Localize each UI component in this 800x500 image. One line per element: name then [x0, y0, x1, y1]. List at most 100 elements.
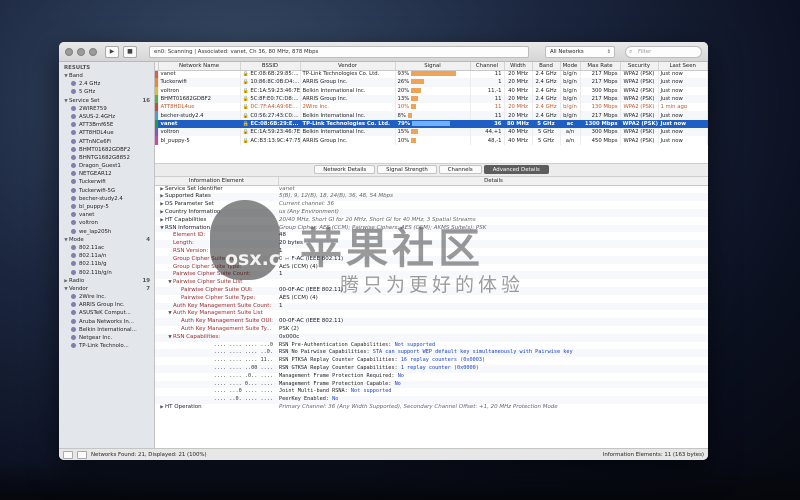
detail-row[interactable]: ▶Service Set Identifier vanet — [155, 186, 708, 194]
detail-row[interactable]: Pairwise Cipher Suite Type: AES (CCM) (4) — [155, 295, 708, 303]
sidebar-item[interactable]: BHNTG1682G8852 — [59, 154, 154, 162]
detail-row[interactable]: Auth Key Management Suite OUI: 00-0F-AC (… — [155, 318, 708, 327]
column-header[interactable]: Network Name — [158, 62, 241, 71]
column-header[interactable]: Band — [532, 62, 561, 71]
detail-row[interactable]: Auth Key Management Suite Ty... PSK (2) — [155, 326, 708, 334]
column-header[interactable]: Channel — [470, 62, 505, 71]
detail-row[interactable]: Auth Key Management Suite Count: 1 — [155, 302, 708, 311]
stop-scan-button[interactable]: ■ — [123, 45, 137, 58]
column-header[interactable]: Max Rate — [580, 62, 621, 71]
detail-row[interactable]: RSN Version: 1 — [155, 248, 708, 256]
table-row[interactable]: bl_puppy-5 🔒 AC:B3:13:9C:47:75 ARRIS Group… — [155, 136, 708, 145]
sidebar-item[interactable]: bl_puppy-5 — [59, 203, 154, 211]
sidebar-item[interactable]: Dragon_Guest1 — [59, 162, 154, 170]
sidebar-item[interactable]: ▼Band — [59, 72, 154, 80]
tab-advanced-details[interactable]: Advanced Details — [483, 165, 549, 175]
tab-channels[interactable]: Channels — [438, 165, 482, 175]
sidebar-item[interactable]: Aruba Networks In... — [59, 318, 154, 326]
cell-channel: 36 — [470, 119, 505, 129]
detail-row[interactable]: ▶DS Parameter Set Current channel: 36 — [155, 201, 708, 209]
sidebar-item[interactable]: we_lap205h — [59, 228, 154, 236]
sidebar-item[interactable]: 2Wire Inc. — [59, 293, 154, 301]
network-filter-select[interactable]: All Networks ⇕ — [545, 45, 615, 58]
sidebar-item[interactable]: vanet — [59, 211, 154, 219]
sidebar-item[interactable]: voltron — [59, 219, 154, 227]
detail-row[interactable]: ▼Auth Key Management Suite List — [155, 310, 708, 318]
cell-width: 80 MHz — [504, 119, 533, 129]
detail-row[interactable]: Element ID: 48 — [155, 232, 708, 240]
column-header[interactable]: Security — [620, 62, 659, 71]
sidebar-item[interactable]: BHMT01682GDBF2 — [59, 146, 154, 154]
column-header[interactable]: Vendor — [300, 62, 396, 71]
sidebar-item[interactable]: ▼Service Set 16 — [59, 97, 154, 105]
sidebar-item[interactable]: Belkin International... — [59, 326, 154, 334]
sidebar-item[interactable]: ARRIS Group Inc. — [59, 301, 154, 309]
column-header[interactable]: BSSID — [240, 62, 301, 71]
sidebar-item[interactable]: 2WIRE759 — [59, 105, 154, 113]
search-input[interactable]: ⌕ Filter — [625, 45, 702, 58]
table-row[interactable]: ATT8HDL4ue 🔒 DC:7F:A4:A9:6E:... 2Wire Inc.… — [155, 103, 708, 112]
detail-label: ▼RSN Information — [155, 225, 279, 233]
detail-row[interactable]: ▶Country Information us (Any Environment) — [155, 209, 708, 217]
sidebar-item[interactable]: ATTnNCe6Fi — [59, 138, 154, 146]
sidebar-item[interactable]: Tuckerwifi — [59, 178, 154, 186]
sidebar-item[interactable]: 2.4 GHz — [59, 80, 154, 88]
sidebar-item[interactable]: 802.11ac — [59, 244, 154, 252]
sidebar-item[interactable]: 802.11b/g/n — [59, 269, 154, 277]
sidebar-item[interactable]: ASUSTeK Comput... — [59, 309, 154, 317]
sidebar-item[interactable]: Tuckerwifi-5G — [59, 187, 154, 195]
table-row[interactable]: BHMT01682GDBF2 🔒 5C:8F:E0:7C:D8:... ARRIS … — [155, 94, 708, 104]
table-row[interactable]: vanet 🔒 EC:08:6B:29:85:... TP-Link Technol… — [155, 70, 708, 79]
sidebar-item[interactable]: ▼Mode 4 — [59, 236, 154, 244]
sidebar-item[interactable]: ▼Vendor 7 — [59, 285, 154, 293]
toggle-details-button[interactable] — [77, 450, 87, 459]
tab-network-details[interactable]: Network Details — [314, 165, 376, 175]
sidebar-item[interactable]: ATT3Bmf65E — [59, 121, 154, 129]
detail-row[interactable]: ▼RSN Information Group Cipher: AES (CCM);… — [155, 224, 708, 233]
sidebar-item[interactable]: 5 GHz — [59, 88, 154, 96]
detail-row[interactable]: ▶HT Capabilities 20/40 MHz, Short GI for … — [155, 217, 708, 225]
detail-row[interactable]: ▼Pairwise Cipher Suite List — [155, 279, 708, 287]
column-header[interactable]: Mode — [560, 62, 581, 71]
cell-width: 40 MHz — [504, 136, 533, 145]
column-header[interactable]: Last Seen — [658, 62, 708, 71]
detail-row[interactable]: Length: 20 bytes — [155, 240, 708, 249]
detail-row[interactable]: ▼RSN Capabilities: 0x000c — [155, 333, 708, 342]
table-row[interactable]: Tuckerwifi 🔒 10:86:8C:0B:D4:... ARRIS Grou… — [155, 78, 708, 87]
cell-network-name: becher-study2.4 — [158, 111, 241, 120]
minimize-window-button[interactable] — [77, 47, 85, 56]
table-row[interactable]: voltron 🔒 EC:1A:59:23:46:7E Belkin Interna… — [155, 128, 708, 137]
column-header[interactable]: Width — [504, 62, 533, 71]
cell-max-rate: 217 Mbps — [580, 94, 621, 104]
sidebar-item[interactable]: ASUS-2.4GHz — [59, 113, 154, 121]
cell-band: 2.4 GHz — [532, 111, 561, 120]
detail-row[interactable]: Group Cipher Suite Type: AES (CCM) (4) — [155, 264, 708, 272]
detail-row[interactable]: Pairwise Cipher Suite OUI: 00-0F-AC (IEEE… — [155, 287, 708, 295]
cell-bssid: 🔒 DC:7F:A4:A9:6E:... — [240, 103, 301, 112]
sidebar-item[interactable]: becher-study2.4 — [59, 195, 154, 203]
column-header[interactable]: Signal — [395, 62, 471, 71]
sidebar-item[interactable]: 802.11a/n — [59, 252, 154, 260]
detail-label: Element ID: — [155, 232, 279, 240]
sidebar-item[interactable]: 802.11b/g — [59, 260, 154, 268]
detail-row[interactable]: Group Cipher Suite OUI: 00-0F-AC (IEEE 80… — [155, 255, 708, 264]
close-window-button[interactable] — [65, 47, 73, 56]
sidebar-item[interactable]: NETGEAR12 — [59, 170, 154, 178]
detail-row[interactable]: ▶Supported Rates 5(B), 9, 12(B), 18, 24(B… — [155, 193, 708, 202]
zoom-window-button[interactable] — [89, 47, 97, 56]
table-row[interactable]: becher-study2.4 🔒 C0:56:27:43:C0:... Belki… — [155, 111, 708, 120]
toggle-sidebar-button[interactable] — [63, 450, 73, 459]
cell-network-name: vanet — [158, 119, 241, 129]
sidebar-item[interactable]: Netgear Inc. — [59, 334, 154, 342]
detail-row[interactable]: Pairwise Cipher Suite Count: 1 — [155, 271, 708, 280]
table-row[interactable]: vanet 🔒 EC:08:6B:29:E... TP-Link Technolog… — [155, 119, 708, 129]
search-placeholder: Filter — [638, 48, 652, 55]
table-row[interactable]: voltron 🔒 EC:1A:59:23:46:7E Belkin Interna… — [155, 86, 708, 95]
sidebar-item[interactable]: ATT8HDL4ue — [59, 129, 154, 137]
detail-row[interactable]: ▶HT Operation Primary Channel: 36 (Any Wi… — [155, 404, 708, 412]
sidebar-item[interactable]: ▶Radio 19 — [59, 277, 154, 285]
sidebar-item[interactable]: TP-Link Technolo... — [59, 342, 154, 350]
cell-band: 5 GHz — [532, 128, 561, 137]
play-scan-button[interactable]: ▶ — [105, 45, 119, 58]
tab-signal-strength[interactable]: Signal Strength — [377, 165, 437, 175]
